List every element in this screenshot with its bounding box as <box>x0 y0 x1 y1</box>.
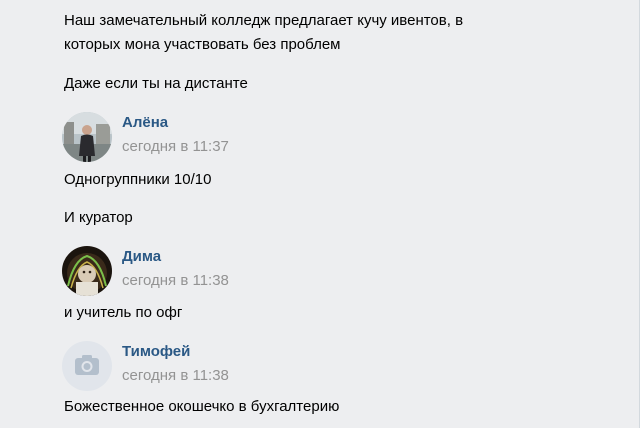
message-text: И куратор <box>64 209 133 226</box>
avatar-dima[interactable] <box>62 246 112 296</box>
message-text: и учитель по офг <box>64 304 183 321</box>
message-text: которых мона участвовать без проблем <box>64 36 341 53</box>
user-photo-icon <box>62 112 112 162</box>
message-timestamp[interactable]: сегодня в 11:38 <box>122 367 229 385</box>
avatar-alena[interactable] <box>62 112 112 162</box>
message-timestamp[interactable]: сегодня в 11:37 <box>122 138 229 156</box>
camera-icon <box>75 355 99 375</box>
message-text: Наш замечательный колледж предлагает куч… <box>64 12 464 29</box>
message-text: Даже если ты на дистанте <box>64 75 248 92</box>
author-name[interactable]: Дима <box>122 248 161 266</box>
chat-history: Наш замечательный колледж предлагает куч… <box>0 0 639 428</box>
message-text: Одногруппники 10/10 <box>64 171 212 188</box>
message-timestamp[interactable]: сегодня в 11:38 <box>122 272 229 290</box>
author-name[interactable]: Алёна <box>122 114 168 132</box>
message-text: Божественное окошечко в бухгалтерию <box>64 398 340 415</box>
user-photo-icon <box>62 246 112 296</box>
avatar-timofey[interactable] <box>62 341 112 391</box>
author-name[interactable]: Тимофей <box>122 343 190 361</box>
